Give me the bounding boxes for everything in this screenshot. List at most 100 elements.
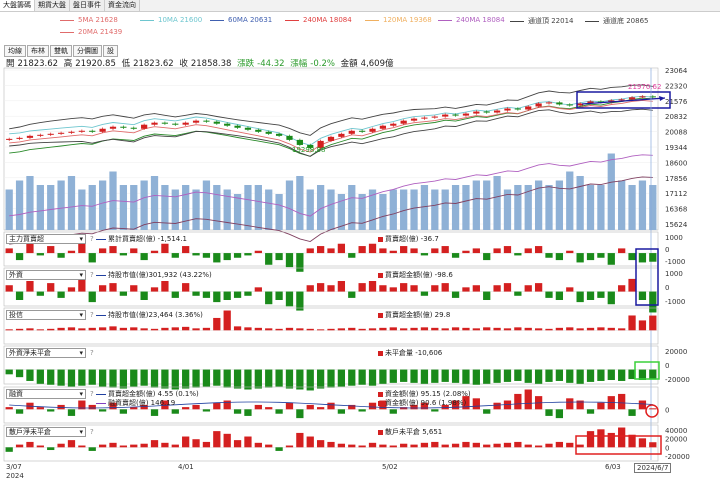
panel-bar bbox=[244, 369, 252, 390]
panel-bar bbox=[597, 429, 605, 448]
panel-bar bbox=[566, 442, 574, 448]
panel-bar bbox=[36, 369, 44, 384]
panel-bar bbox=[576, 291, 584, 303]
panel-bar bbox=[57, 369, 65, 386]
panel-bar bbox=[192, 404, 200, 410]
panel-bar bbox=[586, 291, 595, 301]
panel-bar bbox=[161, 369, 169, 389]
panel-bar bbox=[586, 409, 595, 414]
panel-bar bbox=[607, 369, 615, 381]
panel-bar bbox=[431, 409, 439, 412]
panel-bar bbox=[358, 445, 366, 448]
panel-bar bbox=[202, 291, 211, 298]
panel-bar bbox=[441, 369, 449, 382]
panel-bar bbox=[555, 327, 564, 331]
panel-bar bbox=[451, 291, 460, 298]
panel-line2: 買賣超(億) -36.7 bbox=[378, 234, 439, 244]
panel-indicator-select[interactable]: 投信 bbox=[6, 310, 86, 320]
help-icon[interactable]: ? bbox=[90, 428, 94, 436]
panel-bar bbox=[368, 243, 377, 254]
panel-swatch bbox=[378, 350, 383, 356]
panel-bar bbox=[98, 444, 107, 448]
panel-bar bbox=[628, 278, 636, 292]
panel-line1: 持股市值(億)301,932 (43.22%) bbox=[96, 270, 212, 280]
panel-bar bbox=[296, 432, 304, 448]
panel-bar bbox=[431, 369, 439, 383]
panel-indicator-select[interactable]: 外資淨未平倉 bbox=[6, 348, 86, 358]
panel-bar bbox=[597, 327, 605, 331]
channel-top-line bbox=[9, 84, 653, 136]
panel-bar bbox=[503, 283, 512, 292]
panel-indicator-select[interactable]: 主力買賣超 bbox=[6, 234, 86, 244]
panel-bar bbox=[78, 369, 86, 386]
panel-bar bbox=[524, 444, 532, 448]
panel-bar bbox=[607, 327, 615, 331]
panel-bar bbox=[5, 248, 13, 254]
panel-line2-text: 買賣超金額(億) -98.6 bbox=[385, 271, 453, 279]
volume-bar bbox=[441, 189, 449, 230]
panel-bar bbox=[265, 444, 273, 448]
panel-indicator-select[interactable]: 融資 bbox=[6, 389, 86, 399]
candle-body bbox=[78, 130, 85, 132]
panel-bar bbox=[233, 326, 242, 331]
panel-bar bbox=[254, 404, 262, 410]
panel-bar bbox=[545, 443, 553, 448]
panel-bar bbox=[57, 253, 65, 258]
panel-bar bbox=[618, 248, 626, 254]
panel-bar bbox=[161, 243, 169, 254]
panel-bar bbox=[109, 369, 117, 388]
panel-bar bbox=[88, 404, 96, 410]
volume-bar bbox=[607, 153, 615, 230]
panel-indicator-select[interactable]: 散戶淨未平倉 bbox=[6, 427, 86, 437]
help-icon[interactable]: ? bbox=[90, 390, 94, 398]
help-icon[interactable]: ? bbox=[90, 235, 94, 243]
panel-bar bbox=[337, 369, 346, 387]
panel-bar bbox=[379, 285, 387, 292]
candle-body bbox=[141, 124, 148, 129]
panel-bar bbox=[638, 291, 647, 301]
panel-bar bbox=[483, 444, 491, 448]
help-icon[interactable]: ? bbox=[90, 311, 94, 319]
panel-bar bbox=[254, 442, 262, 448]
panel-bar bbox=[483, 253, 491, 261]
panel-bar bbox=[431, 441, 439, 448]
panel-bar bbox=[514, 441, 522, 448]
panel-bar bbox=[296, 328, 304, 331]
panel-bar bbox=[348, 291, 356, 298]
volume-bar bbox=[358, 194, 366, 230]
panel-line2-text: 買賣超金額(億) 29.8 bbox=[385, 311, 451, 319]
panel-bar bbox=[534, 328, 543, 331]
candle-body bbox=[255, 129, 262, 132]
panel-bar bbox=[337, 409, 346, 414]
panel-bar bbox=[98, 248, 107, 254]
panel-bar bbox=[88, 253, 96, 263]
panel-bar bbox=[597, 402, 605, 410]
panel-bar bbox=[26, 441, 34, 448]
panel-bar bbox=[368, 402, 377, 410]
volume-bar bbox=[78, 189, 86, 230]
panel-bar bbox=[534, 246, 543, 254]
help-icon[interactable]: ? bbox=[90, 271, 94, 279]
panel-bar bbox=[410, 369, 418, 383]
candle-body bbox=[161, 122, 169, 124]
candle-body bbox=[369, 128, 376, 132]
panel-bar bbox=[265, 328, 273, 331]
candle-body bbox=[348, 130, 355, 134]
panel-line2: 買賣超金額(億) -98.6 bbox=[378, 270, 453, 280]
candle-body bbox=[234, 125, 241, 128]
candle-body bbox=[639, 96, 646, 98]
panel-bar bbox=[98, 327, 107, 331]
panel-bar bbox=[368, 328, 377, 331]
panel-indicator-select[interactable]: 外資 bbox=[6, 270, 86, 280]
volume-bar bbox=[628, 185, 636, 230]
panel-bar bbox=[389, 327, 397, 331]
help-icon[interactable]: ? bbox=[90, 349, 94, 357]
panel-bar bbox=[524, 285, 532, 292]
panel-bar bbox=[410, 285, 418, 292]
panel-bar bbox=[503, 246, 512, 254]
candle-body bbox=[493, 110, 501, 113]
panel-bar bbox=[400, 283, 408, 292]
panel-bar bbox=[586, 327, 595, 331]
candle-body bbox=[525, 106, 532, 110]
candle-body bbox=[182, 122, 189, 125]
